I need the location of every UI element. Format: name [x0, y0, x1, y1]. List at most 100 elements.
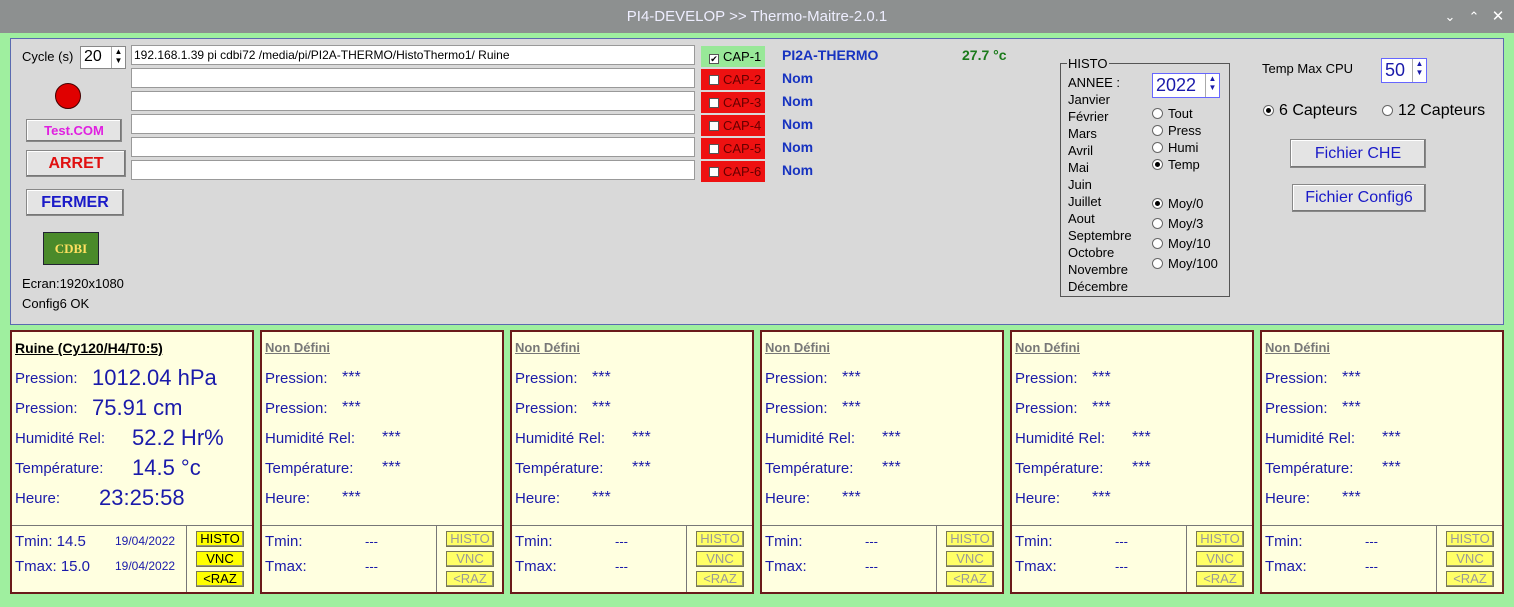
month-item[interactable]: Juin: [1068, 177, 1092, 192]
card-value: 1012.04 hPa: [92, 365, 217, 390]
card-title[interactable]: Non Défini: [515, 340, 580, 355]
chevron-down-icon[interactable]: ⌄: [1441, 0, 1459, 33]
spinner-arrows-icon[interactable]: ▲ ▼: [1205, 74, 1219, 97]
sensor-cap-checkbox[interactable]: CAP-2: [701, 69, 765, 90]
vnc-button[interactable]: VNC: [696, 551, 744, 567]
month-item[interactable]: Septembre: [1068, 228, 1132, 243]
chevron-up-icon[interactable]: ⌃: [1465, 0, 1483, 33]
histo-button[interactable]: HISTO: [1196, 531, 1244, 547]
spinner-arrows-icon[interactable]: ▲ ▼: [111, 47, 125, 68]
fichier-che-button[interactable]: Fichier CHE: [1290, 139, 1426, 168]
sensor-path-input[interactable]: [131, 68, 695, 88]
month-item[interactable]: Juillet: [1068, 194, 1101, 209]
sensor-temp: 27.7 °c: [962, 47, 1007, 63]
sensor-path-input[interactable]: [131, 137, 695, 157]
raz-button[interactable]: <RAZ: [196, 571, 244, 587]
card-label: Pression:: [15, 370, 78, 387]
card-label: Température:: [765, 460, 854, 477]
radio-moy[interactable]: Moy/0: [1152, 196, 1203, 211]
divider: [686, 525, 687, 592]
tmin-value: ---: [615, 534, 628, 549]
radio-moy[interactable]: Moy/10: [1152, 236, 1211, 251]
annee-spinner[interactable]: 2022 ▲ ▼: [1152, 73, 1220, 98]
month-item[interactable]: Mai: [1068, 160, 1089, 175]
card-title[interactable]: Non Défini: [1265, 340, 1330, 355]
tmax-value: ---: [865, 559, 878, 574]
test-com-button[interactable]: Test.COM: [26, 119, 122, 142]
raz-button[interactable]: <RAZ: [696, 571, 744, 587]
config-status: Config6 OK: [22, 296, 90, 311]
card-value: ***: [592, 399, 611, 416]
vnc-button[interactable]: VNC: [446, 551, 494, 567]
radio-type[interactable]: Temp: [1152, 157, 1200, 172]
ecran-status: Ecran:1920x1080: [22, 276, 124, 291]
vnc-button[interactable]: VNC: [196, 551, 244, 567]
spinner-arrows-icon[interactable]: ▲ ▼: [1412, 59, 1426, 82]
month-item[interactable]: Janvier: [1068, 92, 1110, 107]
card-value: ***: [842, 369, 861, 386]
sensor-name: Nom: [782, 116, 814, 132]
tmax-label: Tmax:: [265, 558, 307, 575]
card-value: ***: [1342, 489, 1361, 506]
radio-type[interactable]: Tout: [1152, 106, 1193, 121]
sensor-path-input[interactable]: [131, 114, 695, 134]
card-label: Pression:: [1015, 370, 1078, 387]
card-label: Température:: [1015, 460, 1104, 477]
radio-type[interactable]: Humi: [1152, 140, 1198, 155]
divider: [262, 525, 502, 526]
divider: [762, 525, 1002, 526]
month-item[interactable]: Octobre: [1068, 245, 1114, 260]
sensor-cap-checkbox[interactable]: CAP-4: [701, 115, 765, 136]
sensor-cap-checkbox[interactable]: CAP-5: [701, 138, 765, 159]
divider: [1186, 525, 1187, 592]
card-value: 23:25:58: [99, 485, 185, 510]
radio-12-capteurs[interactable]: 12 Capteurs: [1382, 102, 1485, 120]
histo-button[interactable]: HISTO: [946, 531, 994, 547]
card-title[interactable]: Ruine (Cy120/H4/T0:5): [15, 340, 163, 356]
fermer-button[interactable]: FERMER: [26, 189, 124, 216]
sensor-path-input[interactable]: 192.168.1.39 pi cdbi72 /media/pi/PI2A-TH…: [131, 45, 695, 65]
sensor-path-input[interactable]: [131, 91, 695, 111]
radio-moy[interactable]: Moy/3: [1152, 216, 1203, 231]
card-value: ***: [1342, 399, 1361, 416]
vnc-button[interactable]: VNC: [1196, 551, 1244, 567]
tmax-label: Tmax:: [1015, 558, 1057, 575]
month-item[interactable]: Février: [1068, 109, 1108, 124]
histo-button[interactable]: HISTO: [196, 531, 244, 547]
month-item[interactable]: Aout: [1068, 211, 1095, 226]
close-icon[interactable]: ✕: [1489, 0, 1507, 33]
sensor-cap-checkbox[interactable]: CAP-3: [701, 92, 765, 113]
month-item[interactable]: Mars: [1068, 126, 1097, 141]
divider: [936, 525, 937, 592]
card-value: ***: [1132, 429, 1151, 446]
histo-button[interactable]: HISTO: [696, 531, 744, 547]
card-title[interactable]: Non Défini: [265, 340, 330, 355]
raz-button[interactable]: <RAZ: [1196, 571, 1244, 587]
card-label: Pression:: [15, 400, 78, 417]
card-title[interactable]: Non Défini: [765, 340, 830, 355]
raz-button[interactable]: <RAZ: [446, 571, 494, 587]
vnc-button[interactable]: VNC: [1446, 551, 1494, 567]
radio-moy[interactable]: Moy/100: [1152, 256, 1218, 271]
radio-type[interactable]: Press: [1152, 123, 1201, 138]
sensor-cap-checkbox[interactable]: ✔ CAP-1: [701, 46, 765, 67]
histo-button[interactable]: HISTO: [1446, 531, 1494, 547]
checkbox-icon: [709, 144, 719, 154]
histo-button[interactable]: HISTO: [446, 531, 494, 547]
month-item[interactable]: Décembre: [1068, 279, 1128, 294]
month-item[interactable]: Novembre: [1068, 262, 1128, 277]
cycle-spinner[interactable]: 20 ▲ ▼: [80, 46, 126, 69]
radio-6-capteurs[interactable]: 6 Capteurs: [1263, 102, 1357, 120]
raz-button[interactable]: <RAZ: [946, 571, 994, 587]
raz-button[interactable]: <RAZ: [1446, 571, 1494, 587]
tmin-label: Tmin:: [1265, 533, 1303, 550]
sensor-cap-checkbox[interactable]: CAP-6: [701, 161, 765, 182]
arret-button[interactable]: ARRET: [26, 150, 126, 177]
card-title[interactable]: Non Défini: [1015, 340, 1080, 355]
temp-max-spinner[interactable]: 50 ▲ ▼: [1381, 58, 1427, 83]
vnc-button[interactable]: VNC: [946, 551, 994, 567]
card-value: ***: [882, 459, 901, 476]
sensor-path-input[interactable]: [131, 160, 695, 180]
month-item[interactable]: Avril: [1068, 143, 1093, 158]
fichier-config-button[interactable]: Fichier Config6: [1292, 184, 1426, 212]
